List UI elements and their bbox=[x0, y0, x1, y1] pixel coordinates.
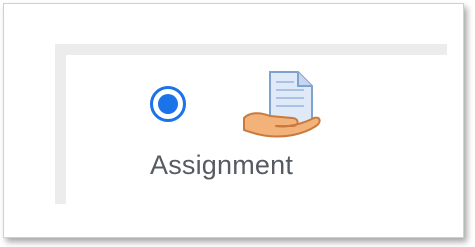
assignment-radio-button[interactable] bbox=[150, 86, 186, 122]
assignment-label: Assignment bbox=[150, 150, 294, 180]
radio-selected-dot bbox=[158, 94, 178, 114]
assignment-icon[interactable] bbox=[240, 68, 324, 140]
